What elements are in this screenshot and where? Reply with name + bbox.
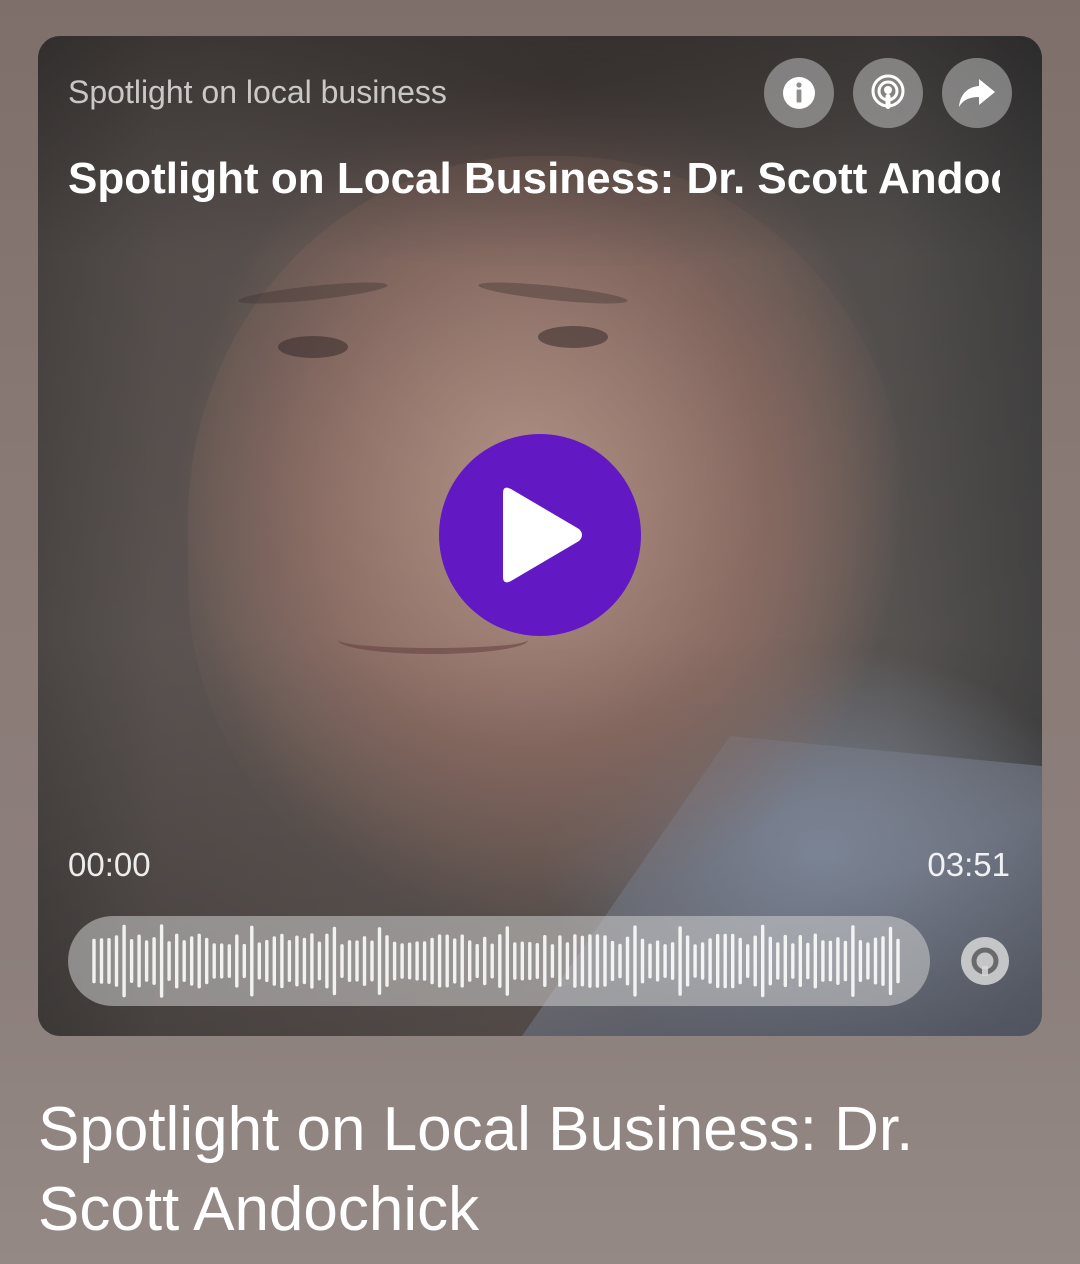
episode-title: Spotlight on Local Business: Dr. Scott A… [68,154,1000,203]
waveform-scrubber[interactable] [68,916,930,1006]
waveform-bars [92,924,900,998]
episode-category: Spotlight on local business [68,74,447,110]
play-icon [503,487,582,583]
play-button[interactable] [439,434,641,636]
episode-caption-title: Spotlight on Local Business: Dr. Scott A… [38,1095,914,1244]
duration: 03:51 [927,846,1010,883]
podcast-button[interactable] [853,58,923,128]
podcast-player-card: Spotlight on local business Spotlight on… [38,36,1042,1036]
podcast-icon [871,74,905,109]
share-button[interactable] [942,58,1012,128]
current-time: 00:00 [68,846,151,883]
playback-speed-icon [961,937,1009,985]
info-icon [783,77,815,109]
info-button[interactable] [764,58,834,128]
share-arrow-icon [959,79,995,107]
playback-speed-button[interactable] [960,936,1010,986]
